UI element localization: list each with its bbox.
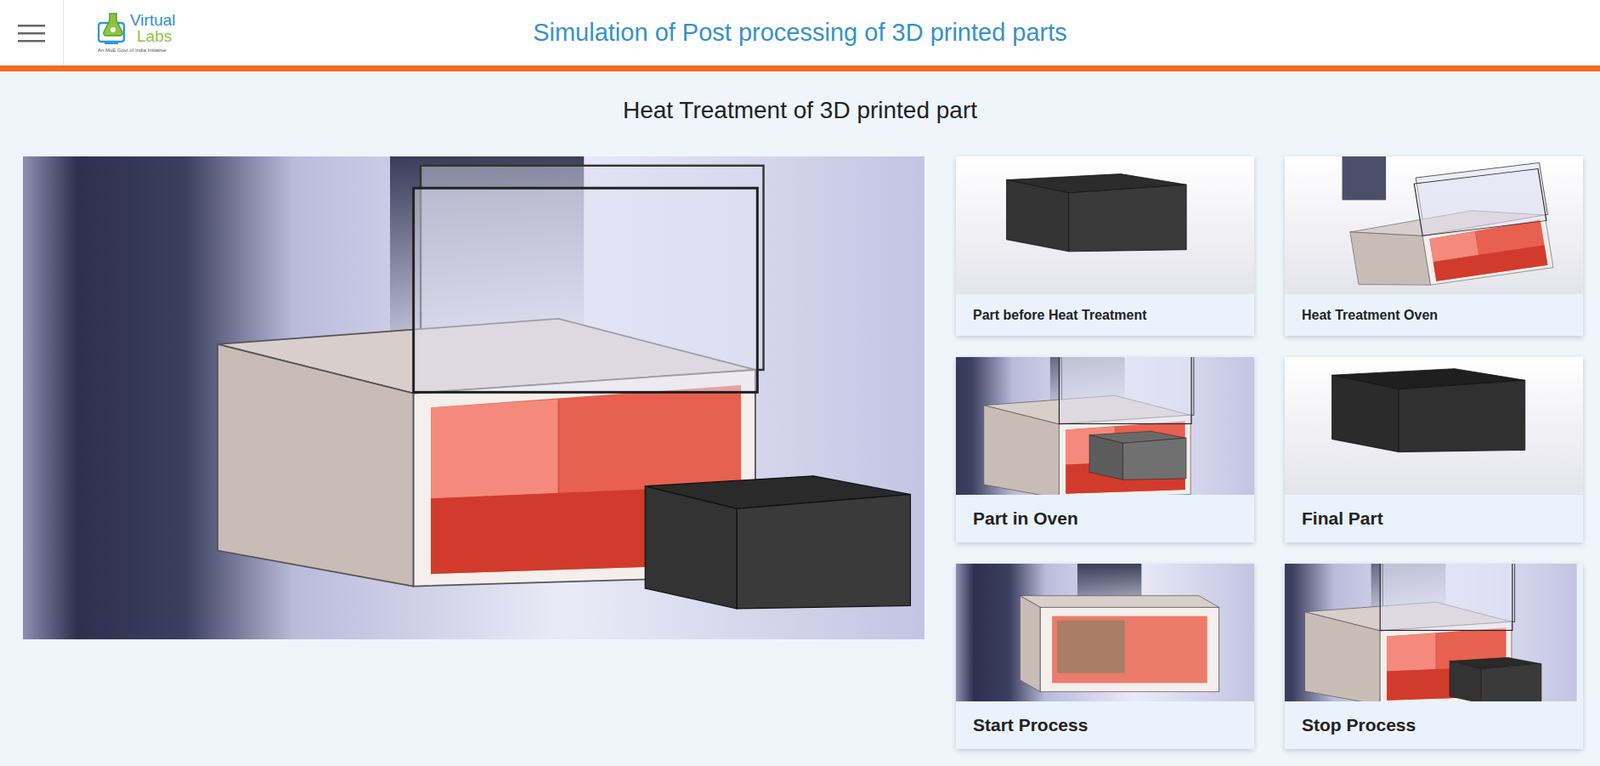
hamburger-icon — [17, 22, 46, 44]
card-image — [955, 356, 1255, 495]
menu-button[interactable] — [0, 0, 64, 66]
logo-word: Labs — [136, 28, 176, 45]
card-label: Final Part — [1284, 494, 1584, 543]
card-label: Part before Heat Treatment — [955, 293, 1255, 336]
card-label: Part in Oven — [955, 494, 1255, 543]
oven-running-illustration — [955, 563, 1255, 702]
card-grid: Part before Heat Treatment Heat Treatment… — [955, 156, 1584, 749]
oven-scene-illustration — [1284, 563, 1584, 702]
card-image — [955, 156, 1255, 294]
card-label: Stop Process — [1284, 701, 1584, 749]
image-card[interactable]: Part before Heat Treatment — [955, 156, 1255, 336]
card-image — [955, 563, 1255, 702]
logo-word: Virtual — [130, 11, 176, 29]
card-image — [1284, 156, 1584, 294]
logo[interactable]: Virtual Labs An MoE Govt of India Initia… — [97, 11, 176, 55]
flask-icon — [97, 11, 129, 46]
card-label: Heat Treatment Oven — [1284, 293, 1584, 336]
oven-illustration — [1284, 156, 1584, 294]
section-heading: Heat Treatment of 3D printed part — [622, 92, 978, 129]
card-image — [1284, 356, 1584, 495]
logo-tagline: An MoE Govt of India Initiative — [97, 46, 176, 55]
oven-scene-illustration — [955, 356, 1255, 495]
card-image — [1284, 563, 1584, 702]
image-card[interactable]: Heat Treatment Oven — [1284, 156, 1584, 336]
image-card[interactable]: Start Process — [955, 563, 1255, 749]
page-title: Simulation of Post processing of 3D prin… — [519, 14, 1081, 52]
image-card[interactable]: Part in Oven — [955, 356, 1255, 543]
image-card[interactable]: Final Part — [1284, 356, 1584, 543]
main-image — [22, 156, 925, 639]
image-card[interactable]: Stop Process — [1284, 563, 1584, 749]
card-label: Start Process — [955, 701, 1255, 749]
oven-scene-illustration — [22, 156, 925, 639]
top-bar: Virtual Labs An MoE Govt of India Initia… — [0, 0, 1600, 72]
raw-part-illustration — [955, 156, 1255, 294]
final-part-illustration — [1284, 356, 1584, 495]
